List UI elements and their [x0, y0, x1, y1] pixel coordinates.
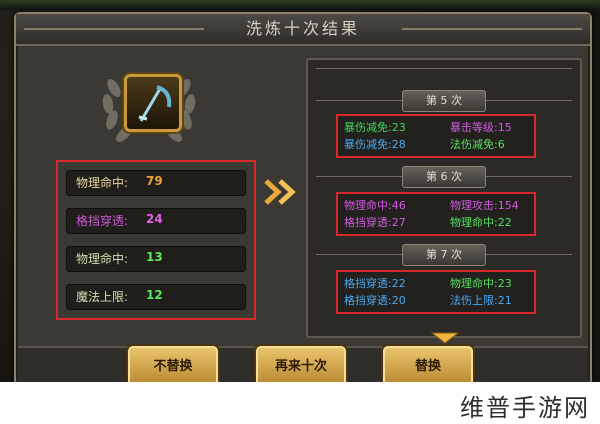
stat-label: 物理命中:	[76, 176, 129, 190]
stat-row: 格挡穿透: 24	[66, 208, 246, 234]
stat-value: 24	[146, 212, 163, 226]
game-screen: 洗炼十次结果 物理命中: 79 格挡穿透: 24 物理命中: 13 魔法上限: …	[0, 0, 600, 424]
attr-text: 法伤上限:21	[450, 294, 512, 307]
attr-text: 格挡穿透:22	[344, 277, 406, 290]
laurel-emblem	[94, 58, 204, 150]
attr-text: 物理攻击:154	[450, 199, 519, 212]
current-stats-area: 物理命中: 79 格挡穿透: 24 物理命中: 13 魔法上限: 12	[26, 54, 266, 330]
stat-row: 魔法上限: 12	[66, 284, 246, 310]
stat-value: 79	[146, 174, 163, 188]
weapon-slot[interactable]	[124, 74, 182, 132]
attr-text: 物理命中:46	[344, 199, 406, 212]
stat-label: 物理命中:	[76, 252, 129, 266]
round-result-card[interactable]: 暴伤减免:23 暴击等级:15 暴伤减免:28 法伤减免:6	[336, 114, 536, 158]
watermark-bar: 维普手游网	[0, 382, 600, 424]
attr-text: 物理命中:22	[450, 216, 512, 229]
round-label: 第 6 次	[402, 166, 486, 188]
round-result-card[interactable]: 格挡穿透:22 物理命中:23 格挡穿透:20 法伤上限:21	[336, 270, 536, 314]
background-edge-top	[0, 0, 600, 10]
attr-text: 法伤减免:6	[450, 138, 505, 151]
round-result-card[interactable]: 物理命中:46 物理攻击:154 格挡穿透:27 物理命中:22	[336, 192, 536, 236]
round-label: 第 5 次	[402, 90, 486, 112]
stat-label: 格挡穿透:	[76, 214, 129, 228]
attr-text: 暴伤减免:28	[344, 138, 406, 151]
divider	[316, 68, 572, 69]
attr-text: 物理命中:23	[450, 277, 512, 290]
attr-text: 暴击等级:15	[450, 121, 512, 134]
watermark-text: 维普手游网	[460, 394, 590, 422]
attr-text: 格挡穿透:20	[344, 294, 406, 307]
refine-result-window: 洗炼十次结果 物理命中: 79 格挡穿透: 24 物理命中: 13 魔法上限: …	[14, 12, 592, 386]
title-bar: 洗炼十次结果	[16, 14, 590, 46]
scythe-weapon-icon	[138, 85, 172, 122]
stat-value: 13	[146, 250, 163, 264]
results-list[interactable]: 第 5 次 暴伤减免:23 暴击等级:15 暴伤减免:28 法伤减免:6 第 6…	[306, 58, 582, 338]
attr-text: 格挡穿透:27	[344, 216, 406, 229]
stat-row: 物理命中: 13	[66, 246, 246, 272]
attr-text: 暴伤减免:23	[344, 121, 406, 134]
round-label: 第 7 次	[402, 244, 486, 266]
stat-row: 物理命中: 79	[66, 170, 246, 196]
stat-label: 魔法上限:	[76, 290, 129, 304]
double-chevron-right-icon	[264, 177, 298, 207]
chevron-down-icon[interactable]	[430, 330, 460, 346]
stat-value: 12	[146, 288, 163, 302]
current-stats-panel: 物理命中: 79 格挡穿透: 24 物理命中: 13 魔法上限: 12	[56, 160, 256, 320]
window-title: 洗炼十次结果	[245, 19, 360, 38]
